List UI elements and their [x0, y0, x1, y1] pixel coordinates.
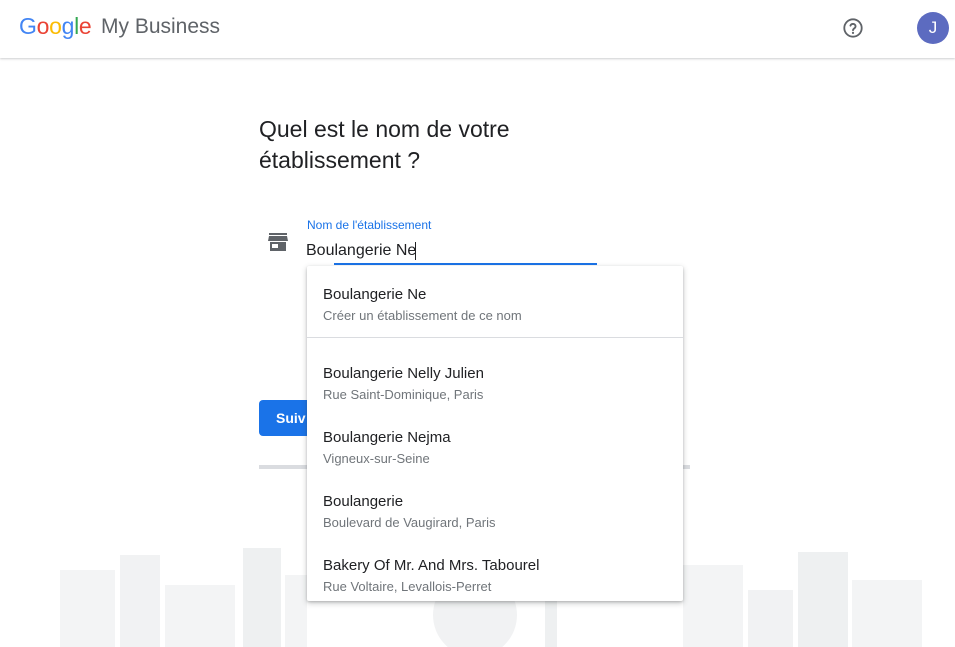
- suggestion-address: Boulevard de Vaugirard, Paris: [323, 515, 496, 530]
- dropdown-divider: [307, 337, 683, 338]
- option-subtitle: Créer un établissement de ce nom: [323, 308, 522, 323]
- suggestion-address: Rue Saint-Dominique, Paris: [323, 387, 484, 402]
- help-circle-icon[interactable]: [842, 17, 864, 39]
- business-name-input[interactable]: [306, 240, 596, 262]
- suggestion-title: Boulangerie: [323, 493, 404, 510]
- logo-letter: G: [19, 13, 37, 39]
- option-title: Boulangerie Ne: [323, 286, 427, 303]
- storefront-icon: [268, 233, 288, 251]
- google-logo[interactable]: Google: [19, 13, 92, 40]
- logo-letter: g: [61, 13, 75, 39]
- suggestion-item[interactable]: Bakery Of Mr. And Mrs. Tabourel Rue Volt…: [307, 543, 683, 607]
- suggestion-item[interactable]: Boulangerie Boulevard de Vaugirard, Pari…: [307, 479, 683, 543]
- logo-letter: e: [78, 13, 92, 39]
- product-name: My Business: [101, 15, 221, 38]
- top-app-bar: Google My Business J: [0, 0, 955, 58]
- create-business-option[interactable]: Boulangerie Ne Créer un établissement de…: [307, 272, 683, 336]
- logo-letter: o: [36, 13, 50, 39]
- suggestion-title: Boulangerie Nelly Julien: [323, 365, 484, 382]
- logo-letter: o: [49, 13, 62, 39]
- suggestion-item[interactable]: Boulangerie Nejma Vigneux-sur-Seine: [307, 415, 683, 479]
- autocomplete-dropdown: Boulangerie Ne Créer un établissement de…: [307, 266, 683, 601]
- account-avatar[interactable]: J: [917, 12, 949, 44]
- suggestion-item[interactable]: Boulangerie Nelly Julien Rue Saint-Domin…: [307, 351, 683, 415]
- suggestion-address: Vigneux-sur-Seine: [323, 451, 430, 466]
- suggestion-title: Bakery Of Mr. And Mrs. Tabourel: [323, 557, 540, 574]
- input-underline: [334, 263, 597, 265]
- text-caret: [415, 242, 416, 260]
- page-title: Quel est le nom de votre établissement ?: [259, 116, 510, 173]
- suggestion-address: Rue Voltaire, Levallois-Perret: [323, 579, 492, 594]
- business-name-label: Nom de l'établissement: [307, 218, 432, 232]
- suggestion-title: Boulangerie Nejma: [323, 429, 451, 446]
